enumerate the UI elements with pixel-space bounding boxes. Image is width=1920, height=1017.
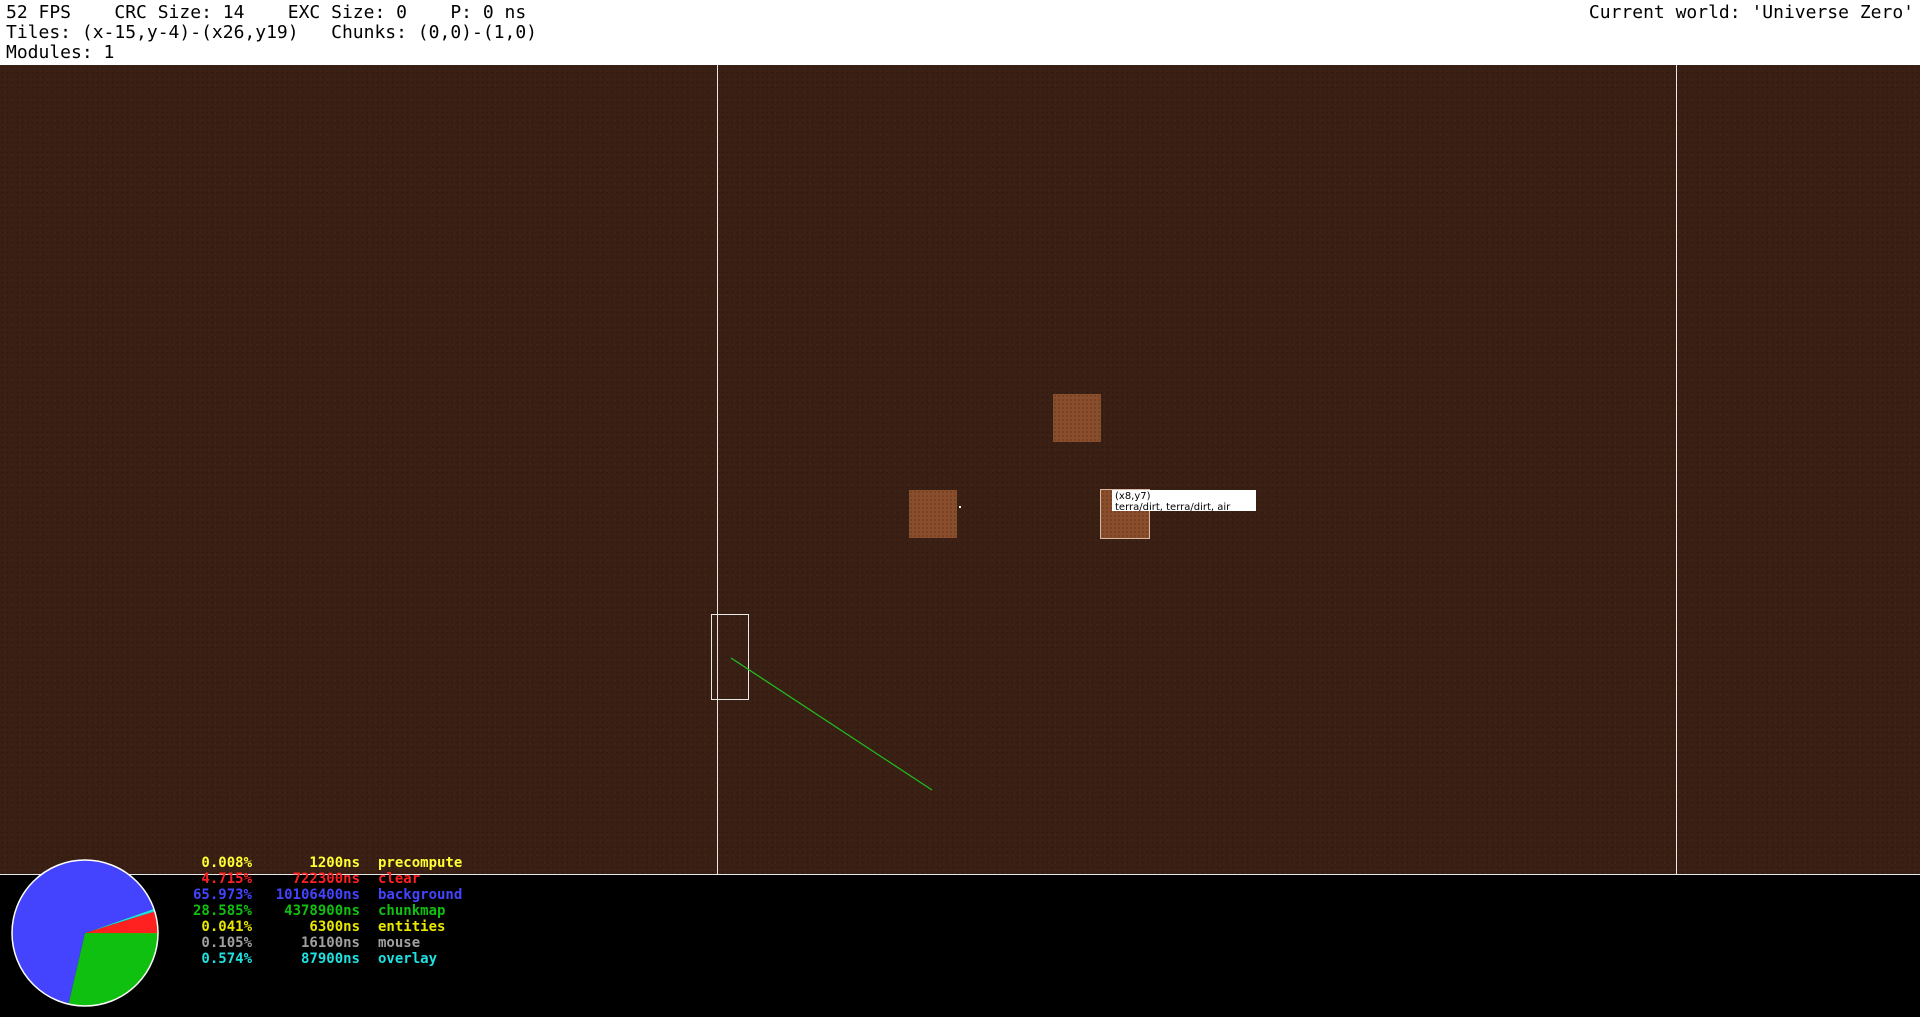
hud-modules-line: Modules: 1 [6, 42, 115, 63]
profiler-percent: 4.715% [201, 871, 252, 887]
game-world-view[interactable]: (x8,y7) terra/dirt, terra/dirt, air [0, 65, 1920, 875]
profiler-percent: 0.008% [201, 855, 252, 871]
profiler-label: mouse [378, 935, 421, 951]
profiler-label: clear [378, 871, 421, 887]
profiler-ns: 10106400ns [275, 887, 360, 903]
profiler-percent: 0.041% [201, 919, 252, 935]
debug-hud: 52 FPS CRC Size: 14 EXC Size: 0 P: 0 ns … [0, 0, 1920, 65]
profiler-pie-chart [11, 859, 159, 1007]
profiler-ns: 6300ns [309, 919, 360, 935]
hud-tiles-line: Tiles: (x-15,y-4)-(x26,y19) Chunks: (0,0… [6, 22, 538, 43]
profiler-ns: 1200ns [309, 855, 360, 871]
profiler-ns: 87900ns [300, 951, 360, 967]
profiler-ns: 16100ns [300, 935, 360, 951]
profiler-label: background [378, 887, 463, 903]
profiler-ns: 4378900ns [284, 903, 360, 919]
profiler-label: entities [378, 919, 446, 935]
profiler-percent: 0.105% [201, 935, 252, 951]
profiler-label: precompute [378, 855, 463, 871]
velocity-line [730, 657, 933, 791]
profiler-percent: 0.574% [201, 951, 252, 967]
profiler-label: chunkmap [378, 903, 446, 919]
profiler-label: overlay [378, 951, 438, 967]
profiler-ns: 722300ns [292, 871, 360, 887]
direction-vector [730, 657, 933, 791]
profiler-percent: 28.585% [192, 903, 252, 919]
profiler-percent: 65.973% [192, 887, 252, 903]
hud-stats-line: 52 FPS CRC Size: 14 EXC Size: 0 P: 0 ns [6, 2, 527, 23]
current-world-label: Current world: 'Universe Zero' [1588, 2, 1914, 23]
